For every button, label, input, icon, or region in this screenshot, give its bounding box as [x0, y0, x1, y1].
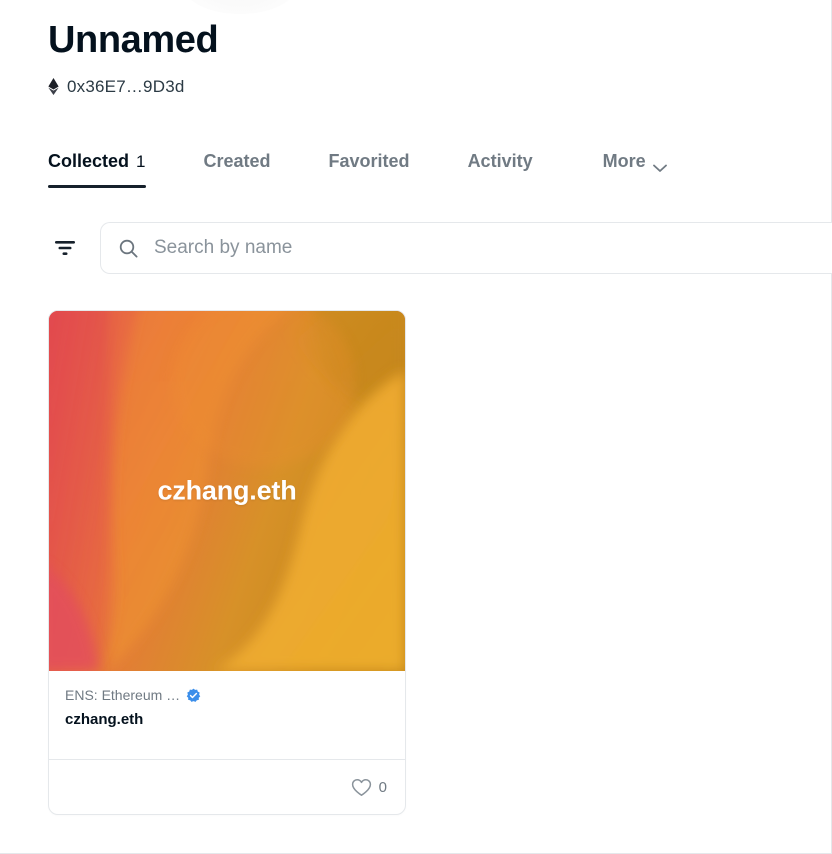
tab-more[interactable]: More — [597, 150, 673, 188]
favorite-count: 0 — [378, 778, 387, 796]
wallet-address-row[interactable]: 0x36E7…9D3d — [48, 76, 831, 98]
nft-collection-name: ENS: Ethereum … — [65, 687, 181, 703]
nft-card-body: ENS: Ethereum … czhang.eth — [49, 671, 405, 759]
nft-collection-row: ENS: Ethereum … — [65, 685, 389, 705]
nft-card-footer: 0 — [49, 759, 405, 814]
profile-tabs: Collected 1 Created Favorited Activity M… — [48, 140, 831, 188]
filter-toggle-button[interactable] — [48, 231, 82, 265]
page-title: Unnamed — [48, 19, 219, 61]
tab-created[interactable]: Created — [204, 151, 271, 188]
tab-created-label: Created — [203, 151, 271, 171]
tab-more-label: More — [602, 151, 646, 171]
heart-icon[interactable] — [351, 778, 372, 797]
tab-favorited-label: Favorited — [328, 151, 410, 171]
search-input[interactable] — [152, 236, 821, 260]
nft-grid: czhang.eth ENS: Ethereum … czhang.eth 0 — [48, 310, 831, 815]
nft-image[interactable]: czhang.eth — [49, 311, 405, 671]
tab-collected-count: 1 — [136, 152, 146, 171]
search-icon — [119, 239, 138, 258]
tab-collected-label: Collected — [48, 151, 130, 171]
filter-icon — [54, 238, 76, 258]
tab-activity-label: Activity — [467, 151, 533, 171]
collection-toolbar — [48, 222, 832, 274]
nft-image-label: czhang.eth — [157, 475, 297, 506]
tab-favorited[interactable]: Favorited — [329, 151, 410, 188]
tab-collected[interactable]: Collected 1 — [48, 151, 146, 188]
tab-activity[interactable]: Activity — [468, 151, 533, 188]
ethereum-icon — [48, 78, 59, 96]
wallet-address: 0x36E7…9D3d — [67, 77, 185, 96]
nft-name: czhang.eth — [65, 711, 144, 728]
verified-badge-icon — [186, 688, 201, 703]
search-bar[interactable] — [100, 222, 832, 274]
nft-card[interactable]: czhang.eth ENS: Ethereum … czhang.eth 0 — [48, 310, 406, 815]
chevron-down-icon — [652, 157, 667, 172]
profile-page: Unnamed 0x36E7…9D3d Collected 1 Created … — [0, 0, 832, 815]
